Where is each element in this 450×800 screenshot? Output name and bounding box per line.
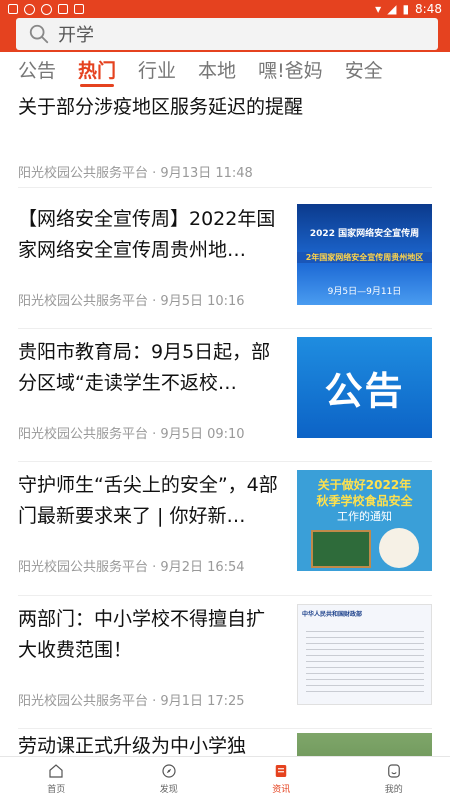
- news-title: 关于部分涉疫地区服务延迟的提醒: [18, 96, 304, 118]
- thumb-text: 公告: [324, 369, 405, 413]
- thumb-text: 2022 国家网络安全宣传周: [309, 229, 420, 239]
- thumb-text: 秋季学校食品安全: [316, 494, 413, 508]
- news-source: 阳光校园公共服务平台: [18, 294, 149, 309]
- sync-icon: [24, 3, 35, 15]
- search-bar[interactable]: 开学: [16, 18, 438, 50]
- sync-icon-2: [41, 3, 52, 15]
- news-item[interactable]: 【网络安全宣传周】2022年国家网络安全宣传周贵州地… 阳光校园公共服务平台 ·…: [18, 196, 432, 329]
- news-thumbnail: [297, 733, 432, 756]
- status-bar: ▾ ◢ ▮ 8:48: [0, 0, 450, 18]
- nav-label: 我的: [384, 785, 403, 795]
- home-icon: [49, 764, 63, 778]
- news-item[interactable]: 贵阳市教育局：9月5日起，部分区域“走读学生不返校… 阳光校园公共服务平台 · …: [18, 329, 432, 462]
- battery-icon: ▮: [402, 2, 410, 16]
- news-title: 劳动课正式升级为中小学独: [18, 735, 247, 756]
- news-source: 阳光校园公共服务平台: [18, 166, 149, 181]
- news-date: 9月13日 11:48: [160, 166, 253, 181]
- news-date: 9月5日 09:10: [160, 427, 245, 442]
- news-feed: 关于部分涉疫地区服务延迟的提醒 阳光校园公共服务平台 · 9月13日 11:48…: [0, 86, 450, 756]
- nav-mine[interactable]: 我的: [338, 757, 450, 800]
- thumb-text: 工作的通知: [337, 510, 392, 523]
- news-thumbnail: 关于做好2022年 秋季学校食品安全 工作的通知: [297, 470, 432, 571]
- bottom-nav: 首页 发现 资讯 我的: [0, 756, 450, 800]
- news-item[interactable]: 劳动课正式升级为中小学独: [18, 729, 432, 756]
- news-meta: 阳光校园公共服务平台 · 9月5日 10:16: [18, 294, 245, 309]
- search-icon: [29, 24, 49, 44]
- nav-label: 发现: [159, 785, 178, 795]
- status-time: 8:48: [415, 2, 442, 16]
- nav-news[interactable]: 资讯: [225, 757, 338, 800]
- text-icon: [74, 4, 84, 14]
- news-source: 阳光校园公共服务平台: [18, 694, 149, 709]
- notification-icon: [8, 4, 18, 14]
- compass-icon: [162, 764, 176, 778]
- news-item[interactable]: 守护师生“舌尖上的安全”，4部门最新要求来了 | 你好新… 阳光校园公共服务平台…: [18, 462, 432, 596]
- news-meta: 阳光校园公共服务平台 · 9月13日 11:48: [18, 166, 253, 181]
- tab-industry[interactable]: 行业: [138, 56, 176, 83]
- wifi-icon: ▾: [375, 2, 382, 16]
- image-icon: [58, 4, 68, 14]
- news-title: 贵阳市教育局：9月5日起，部分区域“走读学生不返校…: [18, 341, 271, 394]
- nav-label: 首页: [47, 785, 66, 795]
- news-meta: 阳光校园公共服务平台 · 9月2日 16:54: [18, 560, 245, 575]
- news-meta: 阳光校园公共服务平台 · 9月1日 17:25: [18, 694, 245, 709]
- character-illustration: [379, 528, 419, 568]
- news-source: 阳光校园公共服务平台: [18, 427, 149, 442]
- profile-icon: [387, 764, 400, 778]
- thumb-text: 2年国家网络安全宣传周贵州地区: [297, 252, 432, 263]
- tab-hot[interactable]: 热门: [78, 56, 116, 87]
- document-lines: [306, 631, 424, 697]
- news-date: 9月5日 10:16: [160, 294, 245, 309]
- category-tabs: 公告 热门 行业 本地 嘿!爸妈 安全: [0, 52, 450, 87]
- news-thumbnail: 2022 国家网络安全宣传周 2年国家网络安全宣传周贵州地区 9月5日—9月11…: [297, 204, 432, 305]
- chalkboard-illustration: [311, 530, 371, 568]
- news-date: 9月1日 17:25: [160, 694, 245, 709]
- news-item[interactable]: 关于部分涉疫地区服务延迟的提醒 阳光校园公共服务平台 · 9月13日 11:48: [18, 92, 432, 188]
- nav-home[interactable]: 首页: [0, 757, 113, 800]
- news-meta: 阳光校园公共服务平台 · 9月5日 09:10: [18, 427, 245, 442]
- thumb-text: 关于做好2022年: [317, 478, 412, 492]
- tab-safety[interactable]: 安全: [345, 56, 383, 83]
- thumb-text: 中华人民共和国财政部: [302, 611, 363, 618]
- signal-icon: ◢: [387, 2, 397, 16]
- search-placeholder: 开学: [58, 25, 94, 46]
- news-title: 两部门：中小学校不得擅自扩大收费范围！: [18, 608, 266, 661]
- news-thumbnail: 公告: [297, 337, 432, 438]
- thumb-text: 9月5日—9月11日: [327, 287, 402, 297]
- tab-local[interactable]: 本地: [198, 56, 236, 83]
- nav-discover[interactable]: 发现: [113, 757, 226, 800]
- tab-announcement[interactable]: 公告: [18, 56, 56, 83]
- news-source: 阳光校园公共服务平台: [18, 560, 149, 575]
- news-item[interactable]: 两部门：中小学校不得擅自扩大收费范围！ 阳光校园公共服务平台 · 9月1日 17…: [18, 596, 432, 729]
- tab-parents[interactable]: 嘿!爸妈: [258, 56, 323, 83]
- nav-label: 资讯: [272, 785, 291, 795]
- news-title: 守护师生“舌尖上的安全”，4部门最新要求来了 | 你好新…: [18, 474, 278, 527]
- news-icon: [276, 765, 287, 777]
- news-title: 【网络安全宣传周】2022年国家网络安全宣传周贵州地…: [18, 208, 276, 261]
- news-date: 9月2日 16:54: [160, 560, 245, 575]
- news-thumbnail: 中华人民共和国财政部: [297, 604, 432, 705]
